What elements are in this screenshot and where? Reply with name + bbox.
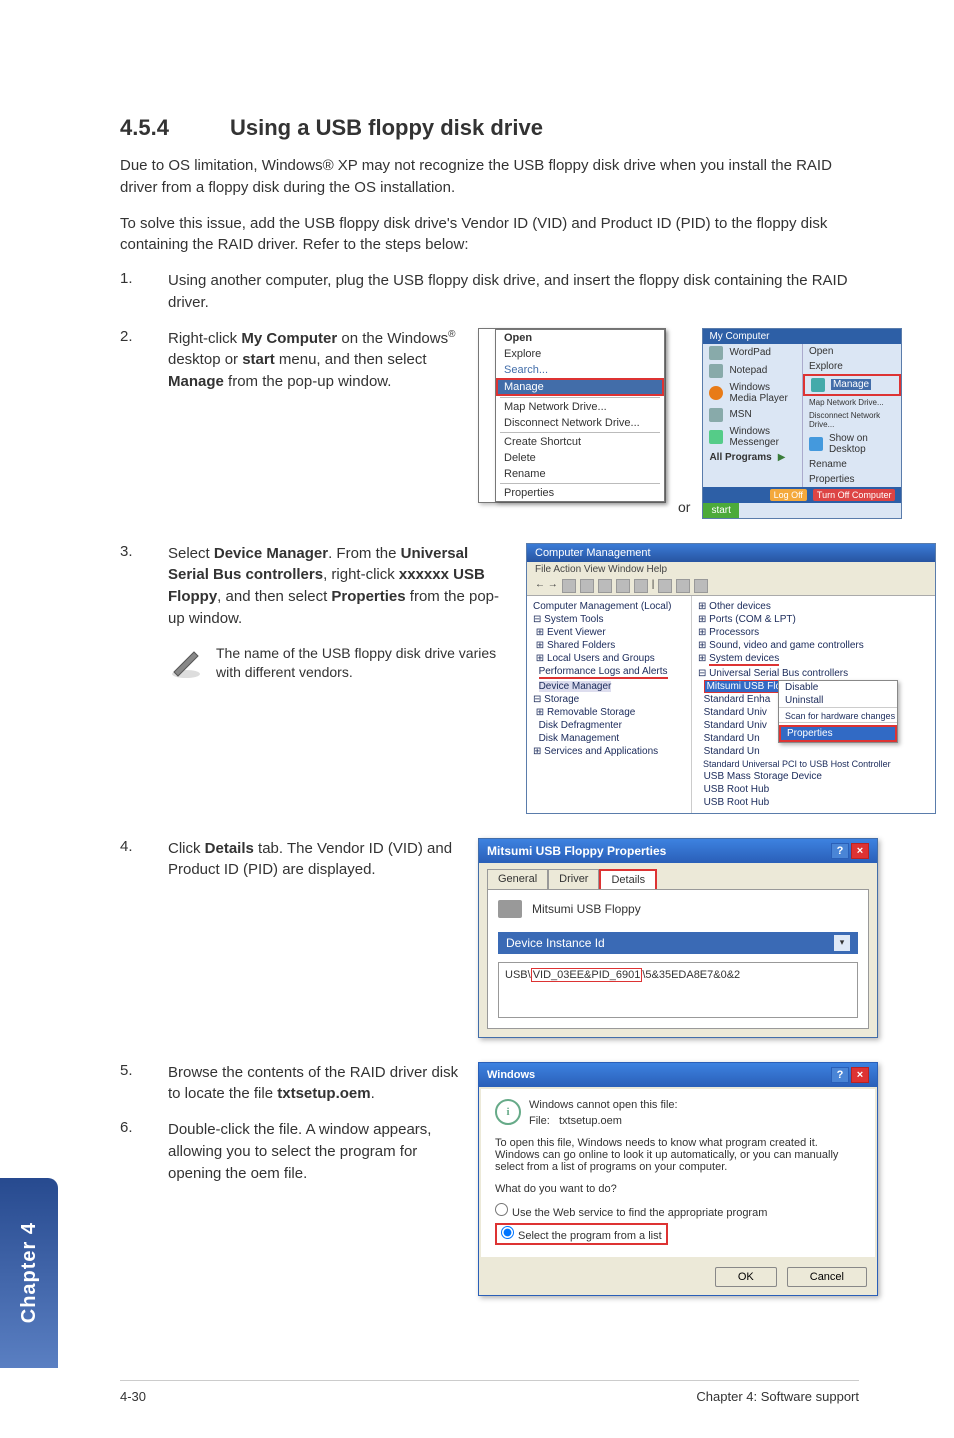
wmp-icon	[709, 386, 723, 400]
devmgr-context-menu: Disable Uninstall Scan for hardware chan…	[778, 680, 898, 743]
tab-general[interactable]: General	[487, 869, 548, 889]
ctx-map-network[interactable]: Map Network Drive...	[496, 399, 664, 415]
ctx-rename[interactable]: Rename	[496, 466, 664, 482]
or-label: or	[672, 499, 696, 519]
intro-para-1: Due to OS limitation, Windows® XP may no…	[120, 155, 859, 199]
tab-details[interactable]: Details	[599, 869, 657, 889]
manage-icon	[811, 378, 825, 392]
radio-web-service[interactable]: Use the Web service to find the appropri…	[495, 1201, 861, 1221]
page-footer: 4-30 Chapter 4: Software support	[120, 1380, 859, 1404]
info-icon: i	[495, 1099, 521, 1125]
start-title: My Computer	[703, 329, 901, 344]
ctx-explore[interactable]: Explore	[496, 346, 664, 362]
open-with-description: To open this file, Windows needs to know…	[495, 1137, 861, 1173]
note-text: The name of the USB floppy disk drive va…	[216, 644, 508, 683]
close-icon[interactable]: ×	[851, 1067, 869, 1083]
radio-select-program[interactable]: Select the program from a list	[495, 1223, 668, 1245]
close-icon[interactable]: ×	[851, 843, 869, 859]
windlg-title: Windows	[487, 1069, 535, 1081]
step-1: 1. Using another computer, plug the USB …	[120, 270, 859, 314]
ctx-scan[interactable]: Scan for hardware changes	[779, 710, 897, 722]
desktop-icon	[809, 437, 823, 451]
device-instance-value: USB\VID_03EE&PID_6901\5&35EDA8E7&0&2	[498, 962, 858, 1018]
note-row: The name of the USB floppy disk drive va…	[168, 644, 508, 683]
start-r-showdesk[interactable]: Show on Desktop	[829, 433, 896, 455]
note-icon	[168, 644, 204, 680]
start-r-explore[interactable]: Explore	[809, 361, 843, 372]
start-button[interactable]: start	[703, 503, 738, 518]
props-title: Mitsumi USB Floppy Properties	[487, 844, 666, 858]
file-label: File:	[529, 1115, 550, 1127]
device-manager-screenshot: Computer Management File Action View Win…	[526, 543, 936, 814]
devmgr-menubar[interactable]: File Action View Window Help	[527, 562, 935, 577]
start-r-open[interactable]: Open	[809, 346, 833, 357]
start-r-rename[interactable]: Rename	[809, 459, 847, 470]
notepad-icon	[709, 364, 723, 378]
ok-button[interactable]: OK	[715, 1267, 777, 1287]
start-wmp[interactable]: Windows Media Player	[729, 382, 796, 404]
msn-icon	[709, 408, 723, 422]
chapter-tab: Chapter 4	[0, 1178, 58, 1368]
ctx-disconnect-network[interactable]: Disconnect Network Drive...	[496, 415, 664, 431]
ctx-search[interactable]: Search...	[496, 362, 664, 378]
devmgr-left-tree[interactable]: Computer Management (Local) ⊟ System Too…	[527, 596, 692, 813]
tab-driver[interactable]: Driver	[548, 869, 599, 889]
start-messenger[interactable]: Windows Messenger	[729, 426, 796, 448]
ctx-disable[interactable]: Disable	[779, 681, 897, 694]
step-2-row: 2. Right-click My Computer on the Window…	[120, 328, 859, 519]
windows-open-with-dialog: Windows ? × i Windows cannot open this f…	[478, 1062, 878, 1296]
page-number: 4-30	[120, 1389, 146, 1404]
start-notepad[interactable]: Notepad	[729, 365, 767, 376]
intro-para-2: To solve this issue, add the USB floppy …	[120, 213, 859, 257]
help-icon[interactable]: ?	[831, 1067, 849, 1083]
start-wordpad[interactable]: WordPad	[729, 347, 771, 358]
ctx-create-shortcut[interactable]: Create Shortcut	[496, 434, 664, 450]
start-r-props[interactable]: Properties	[809, 474, 855, 485]
device-name-label: Mitsumi USB Floppy	[532, 902, 641, 916]
devmgr-title: Computer Management	[527, 544, 935, 562]
step-3-row: 3. Select Device Manager. From the Unive…	[120, 543, 859, 814]
context-menu-screenshot: Open Explore Search... Manage Map Networ…	[478, 328, 666, 503]
ctx-manage[interactable]: Manage	[496, 378, 664, 396]
help-icon[interactable]: ?	[831, 843, 849, 859]
chapter-label: Chapter 4: Software support	[696, 1389, 859, 1404]
logoff-button[interactable]: Log Off	[770, 489, 807, 501]
start-msn[interactable]: MSN	[729, 409, 751, 420]
properties-dialog: Mitsumi USB Floppy Properties ? × Genera…	[478, 838, 878, 1038]
start-r-manage[interactable]: Manage	[831, 379, 871, 390]
messenger-icon	[709, 430, 723, 444]
step-4-row: 4. Click Details tab. The Vendor ID (VID…	[120, 838, 859, 1038]
device-icon	[498, 900, 522, 918]
chevron-down-icon[interactable]: ▾	[834, 935, 850, 951]
ctx-delete[interactable]: Delete	[496, 450, 664, 466]
start-all-programs[interactable]: All Programs	[709, 452, 771, 463]
wordpad-icon	[709, 346, 723, 360]
cannot-open-label: Windows cannot open this file:	[529, 1099, 678, 1111]
cancel-button[interactable]: Cancel	[787, 1267, 867, 1287]
ctx-open[interactable]: Open	[496, 330, 664, 346]
start-r-discnet[interactable]: Disconnect Network Drive...	[809, 411, 896, 429]
ctx-props[interactable]: Properties	[779, 725, 897, 742]
ctx-uninstall[interactable]: Uninstall	[779, 694, 897, 707]
devmgr-right-tree[interactable]: ⊞ Other devices ⊞ Ports (COM & LPT) ⊞ Pr…	[692, 596, 935, 813]
what-do-label: What do you want to do?	[495, 1183, 861, 1195]
start-menu-screenshot: My Computer WordPad Notepad Windows Medi…	[702, 328, 902, 519]
start-r-mapnet[interactable]: Map Network Drive...	[809, 398, 884, 407]
device-instance-dropdown[interactable]: Device Instance Id ▾	[498, 932, 858, 954]
step-5-6-row: 5. Browse the contents of the RAID drive…	[120, 1062, 859, 1296]
section-heading: 4.5.4Using a USB floppy disk drive	[120, 115, 859, 141]
devmgr-toolbar[interactable]: ← →|	[527, 577, 935, 596]
ctx-properties[interactable]: Properties	[496, 485, 664, 501]
file-name: txtsetup.oem	[559, 1115, 622, 1127]
turnoff-button[interactable]: Turn Off Computer	[813, 489, 896, 501]
